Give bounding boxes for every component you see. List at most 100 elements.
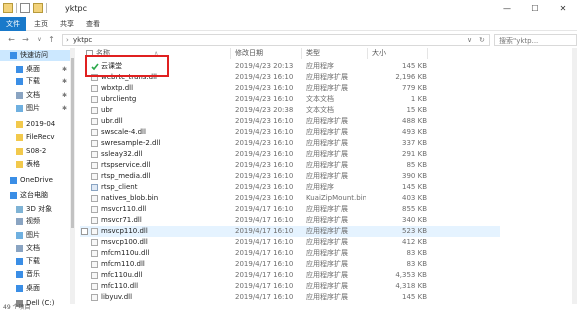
tab-file[interactable]: 文件 xyxy=(0,17,26,31)
file-row[interactable]: ssleay32.dll 2019/4/23 16:10 应用程序扩展 291 KB xyxy=(80,149,500,160)
document-icon xyxy=(16,92,23,99)
file-row[interactable]: wbxtp.dll 2019/4/23 16:10 应用程序扩展 779 KB xyxy=(80,83,500,94)
close-button[interactable]: ✕ xyxy=(549,0,577,17)
sidebar-item-label: 视频 xyxy=(26,217,40,225)
file-row[interactable]: natives_blob.bin 2019/4/23 16:10 KuaiZipMo… xyxy=(80,193,500,204)
file-type: 应用程序扩展 xyxy=(306,150,348,158)
sidebar-item[interactable]: 视频 xyxy=(0,216,70,227)
recent-locations-icon[interactable]: ∨ xyxy=(34,34,45,45)
window-title: yktpc xyxy=(65,4,87,13)
file-name: rtspservice.dll xyxy=(101,161,151,169)
forward-button[interactable]: → xyxy=(20,34,31,45)
column-header-type[interactable]: 类型 xyxy=(306,48,320,59)
path-chevron-icon[interactable]: › xyxy=(66,36,69,44)
file-size: 1 KB xyxy=(410,95,427,103)
column-divider[interactable] xyxy=(301,48,302,59)
file-row[interactable]: mfc110.dll 2019/4/17 16:10 应用程序扩展 4,318 KB xyxy=(80,281,500,292)
file-row[interactable]: msvcp110.dll 2019/4/17 16:10 应用程序扩展 523 KB xyxy=(80,226,500,237)
file-type: 应用程序扩展 xyxy=(306,260,348,268)
address-bar[interactable]: › yktpc ∨ ↻ xyxy=(62,34,490,46)
new-folder-icon[interactable] xyxy=(33,3,43,13)
sidebar-item[interactable]: 音乐 xyxy=(0,269,70,280)
sidebar-item[interactable]: 3D 对象 xyxy=(0,204,70,215)
sidebar-scrollbar[interactable] xyxy=(70,48,75,304)
column-header-date[interactable]: 修改日期 xyxy=(235,48,263,59)
sidebar-item[interactable]: 文档 xyxy=(0,243,70,254)
file-row[interactable]: libyuv.dll 2019/4/17 16:10 应用程序扩展 145 KB xyxy=(80,292,500,303)
search-input[interactable]: 搜索"yktp... xyxy=(494,34,577,46)
sidebar-item[interactable]: 图片 ✱ xyxy=(0,103,70,114)
file-size: 412 KB xyxy=(402,238,427,246)
file-type: 应用程序扩展 xyxy=(306,128,348,136)
content-scrollbar[interactable] xyxy=(572,48,577,304)
sidebar-item[interactable]: 桌面 xyxy=(0,283,70,294)
file-name: libyuv.dll xyxy=(101,293,133,301)
file-row[interactable]: ubr.dll 2019/4/23 16:10 应用程序扩展 488 KB xyxy=(80,116,500,127)
column-header-size[interactable]: 大小 xyxy=(372,48,386,59)
breadcrumb-yktpc[interactable]: yktpc xyxy=(73,36,92,44)
sidebar-item[interactable]: 图片 xyxy=(0,230,70,241)
pin-icon[interactable]: ✱ xyxy=(62,103,67,114)
sidebar-item[interactable]: FileRecv xyxy=(0,132,70,143)
tab-view[interactable]: 查看 xyxy=(82,17,104,31)
maximize-button[interactable]: ☐ xyxy=(521,0,549,17)
file-date: 2019/4/23 16:10 xyxy=(235,84,294,92)
dll-file-icon xyxy=(91,206,98,213)
file-row[interactable]: swscale-4.dll 2019/4/23 16:10 应用程序扩展 493 KB xyxy=(80,127,500,138)
up-button[interactable]: ↑ xyxy=(46,34,57,45)
text-file-icon xyxy=(91,107,98,114)
computer-icon xyxy=(10,192,17,199)
sidebar-item[interactable]: 快速访问 xyxy=(0,50,70,61)
binary-file-icon xyxy=(91,195,98,202)
file-row[interactable]: rtsp_client 2019/4/23 16:10 应用程序 145 KB xyxy=(80,182,500,193)
sidebar-item[interactable]: 2019-04 xyxy=(0,119,70,130)
properties-icon[interactable] xyxy=(20,3,30,13)
scrollbar-thumb[interactable] xyxy=(71,58,74,228)
sidebar-item[interactable]: 这台电脑 xyxy=(0,190,70,201)
file-row[interactable]: mfc110u.dll 2019/4/17 16:10 应用程序扩展 4,353 KB xyxy=(80,270,500,281)
sidebar-item[interactable]: 表格 xyxy=(0,159,70,170)
file-row[interactable]: rtsp_media.dll 2019/4/23 16:10 应用程序扩展 390 K… xyxy=(80,171,500,182)
file-size: 488 KB xyxy=(402,117,427,125)
pin-icon[interactable]: ✱ xyxy=(62,90,67,101)
sidebar-item[interactable]: 桌面 ✱ xyxy=(0,64,70,75)
file-row[interactable]: msvcp100.dll 2019/4/17 16:10 应用程序扩展 412 KB xyxy=(80,237,500,248)
file-name: swscale-4.dll xyxy=(101,128,146,136)
file-row[interactable]: ubr 2019/4/23 20:38 文本文档 15 KB xyxy=(80,105,500,116)
file-row[interactable]: msvcr110.dll 2019/4/17 16:10 应用程序扩展 855 KB xyxy=(80,204,500,215)
back-button[interactable]: ← xyxy=(6,34,17,45)
toolbar-divider xyxy=(46,3,47,13)
sidebar-item[interactable]: 文档 ✱ xyxy=(0,90,70,101)
file-size: 390 KB xyxy=(402,172,427,180)
file-row[interactable]: mfcm110.dll 2019/4/17 16:10 应用程序扩展 83 KB xyxy=(80,259,500,270)
refresh-icon[interactable]: ↻ xyxy=(479,36,485,44)
cube-icon xyxy=(16,206,23,213)
file-type: 应用程序扩展 xyxy=(306,227,348,235)
file-row[interactable]: mfcm110u.dll 2019/4/17 16:10 应用程序扩展 83 KB xyxy=(80,248,500,259)
file-size: 2,196 KB xyxy=(395,73,427,81)
address-dropdown-icon[interactable]: ∨ xyxy=(467,36,472,44)
sidebar-item-label: 桌面 xyxy=(26,65,40,73)
file-type: 应用程序扩展 xyxy=(306,238,348,246)
tab-share[interactable]: 共享 xyxy=(56,17,78,31)
file-type: 应用程序扩展 xyxy=(306,172,348,180)
file-size: 493 KB xyxy=(402,128,427,136)
sidebar-item[interactable]: 下载 xyxy=(0,256,70,267)
file-row[interactable]: msvcr71.dll 2019/4/17 16:10 应用程序扩展 340 KB xyxy=(80,215,500,226)
sidebar-item[interactable]: OneDrive xyxy=(0,175,70,186)
column-divider[interactable] xyxy=(367,48,368,59)
pin-icon[interactable]: ✱ xyxy=(62,64,67,75)
file-row[interactable]: ubrclientg 2019/4/23 16:10 文本文档 1 KB xyxy=(80,94,500,105)
sidebar-item[interactable]: S08-2 xyxy=(0,146,70,157)
pin-icon[interactable]: ✱ xyxy=(62,76,67,87)
file-row[interactable]: rtspservice.dll 2019/4/23 16:10 应用程序扩展 85 K… xyxy=(80,160,500,171)
file-row[interactable]: swresample-2.dll 2019/4/23 16:10 应用程序扩展 337… xyxy=(80,138,500,149)
column-divider[interactable] xyxy=(427,48,428,59)
minimize-button[interactable]: — xyxy=(493,0,521,17)
row-checkbox[interactable] xyxy=(81,228,88,235)
column-divider[interactable] xyxy=(230,48,231,59)
sidebar-item[interactable]: 下载 ✱ xyxy=(0,76,70,87)
file-name: ubr.dll xyxy=(101,117,123,125)
tab-home[interactable]: 主页 xyxy=(30,17,52,31)
file-size: 403 KB xyxy=(402,194,427,202)
